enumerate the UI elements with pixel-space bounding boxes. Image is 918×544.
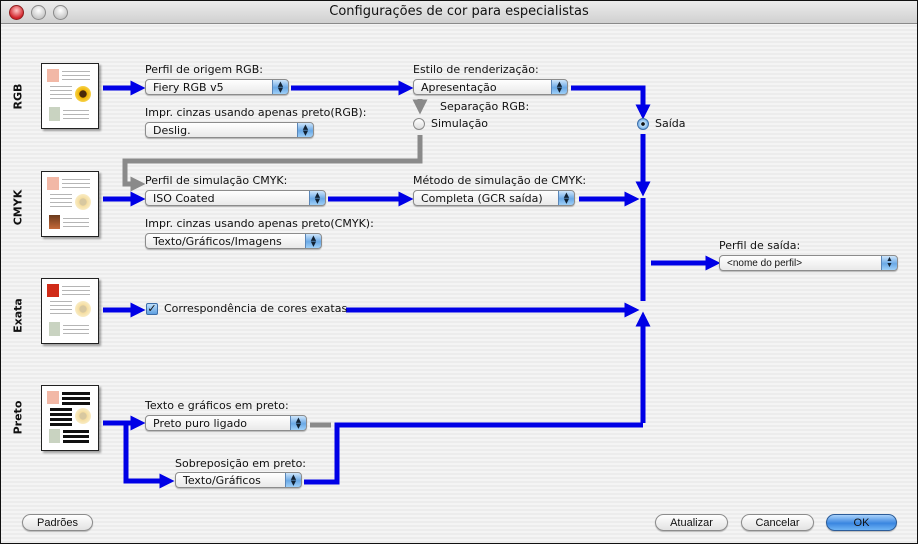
black-overprint-label: Sobreposição em preto: — [175, 457, 307, 470]
flow-black-to-overprint — [123, 423, 175, 489]
section-label-rgb: RGB — [11, 83, 25, 110]
rgb-separation-label: Separação RGB: — [440, 100, 530, 113]
output-profile-label: Perfil de saída: — [719, 239, 801, 252]
rendering-style-label: Estilo de renderização: — [413, 63, 539, 76]
separation-simulation-radio[interactable] — [413, 118, 425, 130]
cancel-button[interactable]: Cancelar — [741, 514, 814, 531]
cmyk-simulation-method-label: Método de simulação de CMYK: — [413, 174, 587, 187]
rendering-style-value: Apresentação — [421, 81, 497, 94]
fiery-logo-icon — [47, 69, 59, 82]
separation-simulation-label[interactable]: Simulação — [431, 117, 488, 130]
ok-button[interactable]: OK — [826, 514, 897, 531]
cmyk-document-icon — [41, 171, 99, 237]
photo-thumbnail-icon — [49, 107, 60, 121]
sunflower-icon — [75, 194, 91, 210]
popup-arrows-icon: ▲ ▼ — [558, 191, 574, 205]
rgb-source-profile-popup[interactable]: Fiery RGB v5 ▲ ▼ — [145, 79, 289, 95]
pure-black-popup[interactable]: Preto puro ligado ▲ ▼ — [145, 415, 307, 431]
rgb-gray-black-popup[interactable]: Deslig. ▲ ▼ — [145, 122, 314, 138]
rendering-style-popup[interactable]: Apresentação ▲ ▼ — [413, 79, 568, 95]
popup-arrows-icon: ▲ ▼ — [297, 123, 313, 137]
sunflower-icon — [75, 301, 91, 317]
output-profile-popup[interactable]: <nome do perfil> ▲ ▼ — [719, 255, 898, 271]
section-label-black: Preto — [11, 400, 25, 435]
fiery-logo-icon — [47, 177, 59, 190]
rgb-source-profile-value: Fiery RGB v5 — [153, 81, 224, 94]
portrait-photo-icon — [49, 215, 60, 229]
flow-rendering-to-output — [571, 85, 651, 120]
cmyk-simulation-profile-value: ISO Coated — [153, 192, 215, 205]
photo-thumbnail-icon — [49, 322, 60, 336]
cmyk-simulation-profile-popup[interactable]: ISO Coated ▲ ▼ — [145, 190, 326, 206]
cmyk-gray-black-popup[interactable]: Texto/Gráficos/Imagens ▲ ▼ — [145, 233, 322, 249]
photo-thumbnail-icon — [49, 429, 60, 443]
popup-arrows-icon: ▲ ▼ — [272, 80, 288, 94]
pure-black-value: Preto puro ligado — [153, 417, 248, 430]
separation-output-radio[interactable] — [637, 118, 649, 130]
black-overprint-popup[interactable]: Texto/Gráficos ▲ ▼ — [175, 472, 302, 488]
cmyk-gray-black-label: Impr. cinzas usando apenas preto(CMYK): — [145, 217, 374, 230]
exact-document-icon — [41, 278, 99, 344]
section-label-exact: Exata — [11, 298, 25, 333]
output-profile-value: <nome do perfil> — [727, 258, 803, 269]
rgb-gray-black-label: Impr. cinzas usando apenas preto(RGB): — [145, 106, 367, 119]
popup-arrows-icon: ▲ ▼ — [285, 473, 301, 487]
black-document-icon — [41, 385, 99, 451]
spot-match-label[interactable]: Correspondência de cores exatas — [164, 302, 347, 315]
flow-overprint-to-bus — [304, 422, 643, 485]
cmyk-gray-black-value: Texto/Gráficos/Imagens — [153, 235, 282, 248]
sunflower-icon — [75, 86, 91, 102]
pure-black-label: Texto e gráficos em preto: — [145, 399, 289, 412]
cmyk-simulation-profile-label: Perfil de simulação CMYK: — [145, 174, 288, 187]
popup-arrows-icon: ▲ ▼ — [290, 416, 306, 430]
cmyk-simulation-method-value: Completa (GCR saída) — [421, 192, 543, 205]
cmyk-simulation-method-popup[interactable]: Completa (GCR saída) ▲ ▼ — [413, 190, 575, 206]
popup-arrows-icon: ▲ ▼ — [305, 234, 321, 248]
rgb-gray-black-value: Deslig. — [153, 124, 191, 137]
fiery-logo-icon — [47, 284, 59, 297]
section-label-cmyk: CMYK — [11, 189, 25, 226]
update-button[interactable]: Atualizar — [655, 514, 728, 531]
separation-output-label[interactable]: Saída — [655, 117, 686, 130]
fiery-logo-icon — [47, 391, 59, 404]
popup-arrows-icon: ▲ ▼ — [309, 191, 325, 205]
rgb-source-profile-label: Perfil de origem RGB: — [145, 63, 263, 76]
rgb-document-icon — [41, 63, 99, 129]
popup-arrows-icon: ▲ ▼ — [881, 256, 897, 270]
black-overprint-value: Texto/Gráficos — [183, 474, 261, 487]
popup-arrows-icon: ▲ ▼ — [551, 80, 567, 94]
sunflower-icon — [75, 408, 91, 424]
spot-match-checkbox[interactable]: ✓ — [146, 303, 158, 315]
defaults-button[interactable]: Padrões — [22, 514, 93, 531]
expert-color-settings-window: Configurações de cor para especialistas — [0, 0, 918, 544]
